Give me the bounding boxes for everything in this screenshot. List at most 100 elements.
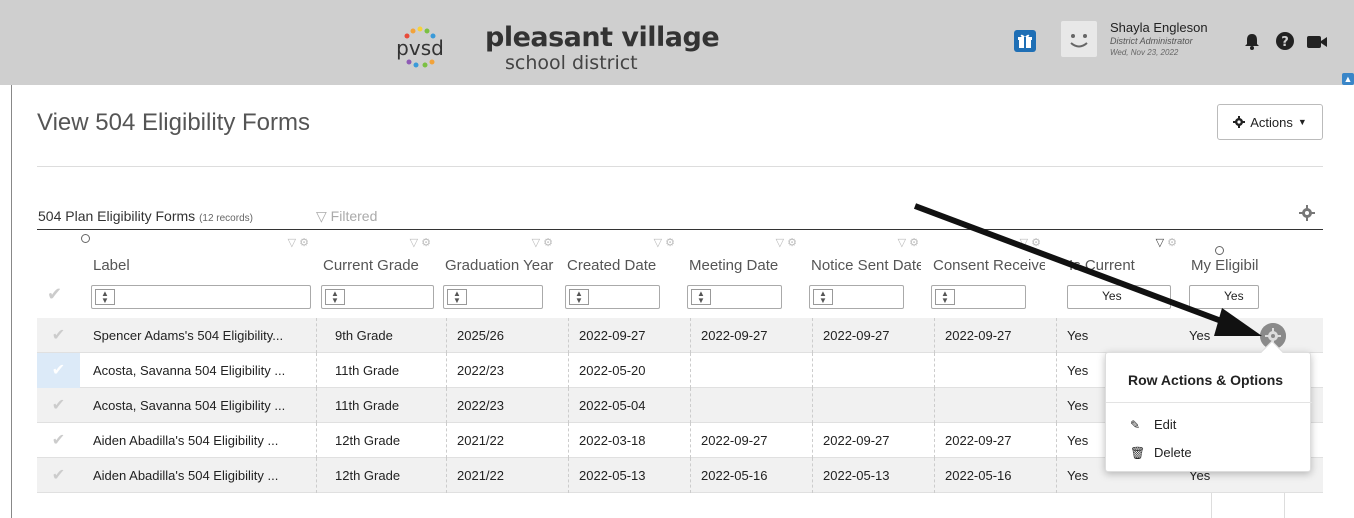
cell-meeting-date: 2022-09-27 bbox=[695, 423, 813, 458]
cell-my-eligibility: Yes bbox=[1189, 328, 1211, 343]
cell-consent-received bbox=[939, 353, 1057, 388]
cell-current-grade: 11th Grade bbox=[329, 353, 447, 388]
actions-dropdown-button[interactable]: Actions ▼ bbox=[1217, 104, 1323, 140]
column-header-my-eligibility[interactable]: My Eligibility Yes bbox=[1185, 230, 1259, 318]
column-title: Current Grade bbox=[323, 257, 419, 274]
column-title: Meeting Date bbox=[689, 257, 779, 274]
column-title: Graduation Year bbox=[445, 257, 554, 274]
column-filter-gear-icons[interactable]: ▽ ⚙ bbox=[654, 236, 675, 249]
column-filter-gear-icons[interactable]: ▽ ⚙ bbox=[898, 236, 919, 249]
logo-line-2: school district bbox=[505, 52, 638, 74]
cell-notice-sent-date bbox=[817, 388, 935, 423]
cell-label[interactable]: Aiden Abadilla's 504 Eligibility ... bbox=[87, 458, 317, 493]
column-header-is-current[interactable]: ▽ ⚙ Is Current Yes bbox=[1063, 230, 1183, 318]
column-filter-input[interactable]: ▲ ▼ bbox=[565, 285, 660, 309]
column-filter-input[interactable]: ▲ ▼ bbox=[443, 285, 543, 309]
cell-graduation-year: 2025/26 bbox=[451, 318, 569, 353]
delete-menu-item[interactable]: 🗑 Delete bbox=[1106, 442, 1312, 464]
gift-icon[interactable] bbox=[1014, 30, 1036, 52]
cell-created-date: 2022-05-04 bbox=[573, 388, 691, 423]
cell-meeting-date: 2022-09-27 bbox=[695, 318, 813, 353]
left-border bbox=[11, 85, 12, 518]
column-title: My Eligibility bbox=[1191, 257, 1259, 274]
pencil-icon: ✎ bbox=[1130, 418, 1141, 432]
collapse-toggle-icon[interactable]: ▲ bbox=[1342, 73, 1354, 85]
row-actions-popover: Row Actions & Options ✎ Edit 🗑 Delete bbox=[1105, 340, 1312, 472]
cell-current-grade: 9th Grade bbox=[329, 318, 447, 353]
filter-funnel-icon: ▽ bbox=[316, 208, 327, 224]
title-divider bbox=[37, 166, 1323, 167]
sort-icon: ▲ ▼ bbox=[813, 289, 833, 305]
column-filter-gear-icons[interactable]: ▽ ⚙ bbox=[776, 236, 797, 249]
user-avatar[interactable] bbox=[1061, 21, 1097, 57]
cell-created-date: 2022-09-27 bbox=[573, 318, 691, 353]
column-filter-gear-icons[interactable]: ▽ ⚙ bbox=[1156, 236, 1177, 249]
cell-label[interactable]: Acosta, Savanna 504 Eligibility ... bbox=[87, 388, 317, 423]
grid-settings-gear-icon[interactable] bbox=[1299, 205, 1315, 221]
row-checkmark-icon[interactable]: ✔ bbox=[37, 388, 80, 423]
column-header-current-grade[interactable]: ▽ ⚙ Current Grade ▲ ▼ bbox=[317, 230, 437, 318]
cell-current-grade: 12th Grade bbox=[329, 423, 447, 458]
column-header-label[interactable]: ▽ ⚙ Label ▲ ▼ bbox=[87, 230, 315, 318]
column-filter-input[interactable]: ▲ ▼ bbox=[931, 285, 1026, 309]
column-header-consent-received[interactable]: ▽ ⚙ Consent Received ▲ ▼ bbox=[927, 230, 1047, 318]
column-filter-select[interactable]: Yes bbox=[1067, 285, 1171, 309]
cell-consent-received: 2022-09-27 bbox=[939, 318, 1057, 353]
bell-icon[interactable] bbox=[1242, 31, 1262, 51]
column-filter-input[interactable]: ▲ ▼ bbox=[321, 285, 434, 309]
svg-text:?: ? bbox=[1281, 35, 1289, 50]
column-filter-input[interactable]: ▲ ▼ bbox=[809, 285, 904, 309]
column-title: Notice Sent Date bbox=[811, 257, 921, 274]
cell-label[interactable]: Aiden Abadilla's 504 Eligibility ... bbox=[87, 423, 317, 458]
column-title: Is Current bbox=[1069, 257, 1135, 274]
video-camera-icon[interactable] bbox=[1305, 32, 1329, 52]
column-filter-gear-icons[interactable]: ▽ ⚙ bbox=[288, 236, 309, 249]
popover-divider bbox=[1106, 402, 1312, 403]
current-date: Wed, Nov 23, 2022 bbox=[1110, 48, 1179, 57]
row-checkmark-icon[interactable]: ✔ bbox=[37, 318, 80, 353]
page-title: View 504 Eligibility Forms bbox=[37, 109, 310, 136]
cell-meeting-date: 2022-05-16 bbox=[695, 458, 813, 493]
cell-consent-received: 2022-09-27 bbox=[939, 423, 1057, 458]
cell-graduation-year: 2022/23 bbox=[451, 388, 569, 423]
column-header-graduation-year[interactable]: ▽ ⚙ Graduation Year ▲ ▼ bbox=[439, 230, 559, 318]
column-filter-select[interactable]: Yes bbox=[1189, 285, 1259, 309]
sort-icon: ▲ ▼ bbox=[569, 289, 589, 305]
filtered-label: Filtered bbox=[330, 208, 378, 224]
user-name[interactable]: Shayla Engleson bbox=[1110, 20, 1208, 35]
help-icon[interactable]: ? bbox=[1275, 31, 1295, 51]
column-filter-gear-icons[interactable]: ▽ ⚙ bbox=[532, 236, 553, 249]
cell-label[interactable]: Acosta, Savanna 504 Eligibility ... bbox=[87, 353, 317, 388]
column-header-meeting-date[interactable]: ▽ ⚙ Meeting Date ▲ ▼ bbox=[683, 230, 803, 318]
filtered-indicator[interactable]: ▽ Filtered bbox=[316, 208, 377, 225]
record-count: (12 records) bbox=[199, 213, 253, 224]
column-header-notice-sent-date[interactable]: ▽ ⚙ Notice Sent Date ▲ ▼ bbox=[805, 230, 925, 318]
select-all-checkmark-icon[interactable]: ✔ bbox=[47, 284, 62, 305]
column-filter-input[interactable]: ▲ ▼ bbox=[687, 285, 782, 309]
caret-down-icon: ▼ bbox=[1297, 117, 1307, 127]
grid-title: 504 Plan Eligibility Forms (12 records) bbox=[38, 208, 253, 224]
row-checkmark-icon[interactable]: ✔ bbox=[37, 353, 80, 388]
cell-notice-sent-date: 2022-05-13 bbox=[817, 458, 935, 493]
edit-label: Edit bbox=[1154, 417, 1177, 432]
column-filter-gear-icons[interactable]: ▽ ⚙ bbox=[410, 236, 431, 249]
sort-icon: ▲ ▼ bbox=[325, 289, 345, 305]
cell-label[interactable]: Spencer Adams's 504 Eligibility... bbox=[87, 318, 317, 353]
logo-line-1: pleasant village bbox=[485, 22, 720, 53]
delete-label: Delete bbox=[1154, 445, 1192, 460]
table-row[interactable]: ✔ Spencer Adams's 504 Eligibility... 9th… bbox=[37, 318, 1323, 353]
gear-icon bbox=[1233, 116, 1246, 128]
column-filter-gear-icons[interactable]: ▽ ⚙ bbox=[1020, 236, 1041, 249]
column-filter-input[interactable]: ▲ ▼ bbox=[91, 285, 311, 309]
column-header-created-date[interactable]: ▽ ⚙ Created Date ▲ ▼ bbox=[561, 230, 681, 318]
column-title: Consent Received bbox=[933, 257, 1045, 274]
row-checkmark-icon[interactable]: ✔ bbox=[37, 423, 80, 458]
sort-icon: ▲ ▼ bbox=[95, 289, 115, 305]
edit-menu-item[interactable]: ✎ Edit bbox=[1106, 414, 1312, 436]
user-role: District Administrator bbox=[1110, 36, 1193, 46]
row-checkmark-icon[interactable]: ✔ bbox=[37, 458, 80, 493]
cell-notice-sent-date bbox=[817, 353, 935, 388]
pvsd-logo-mark: pvsd bbox=[396, 26, 444, 68]
cell-notice-sent-date: 2022-09-27 bbox=[817, 318, 935, 353]
cell-meeting-date bbox=[695, 353, 813, 388]
